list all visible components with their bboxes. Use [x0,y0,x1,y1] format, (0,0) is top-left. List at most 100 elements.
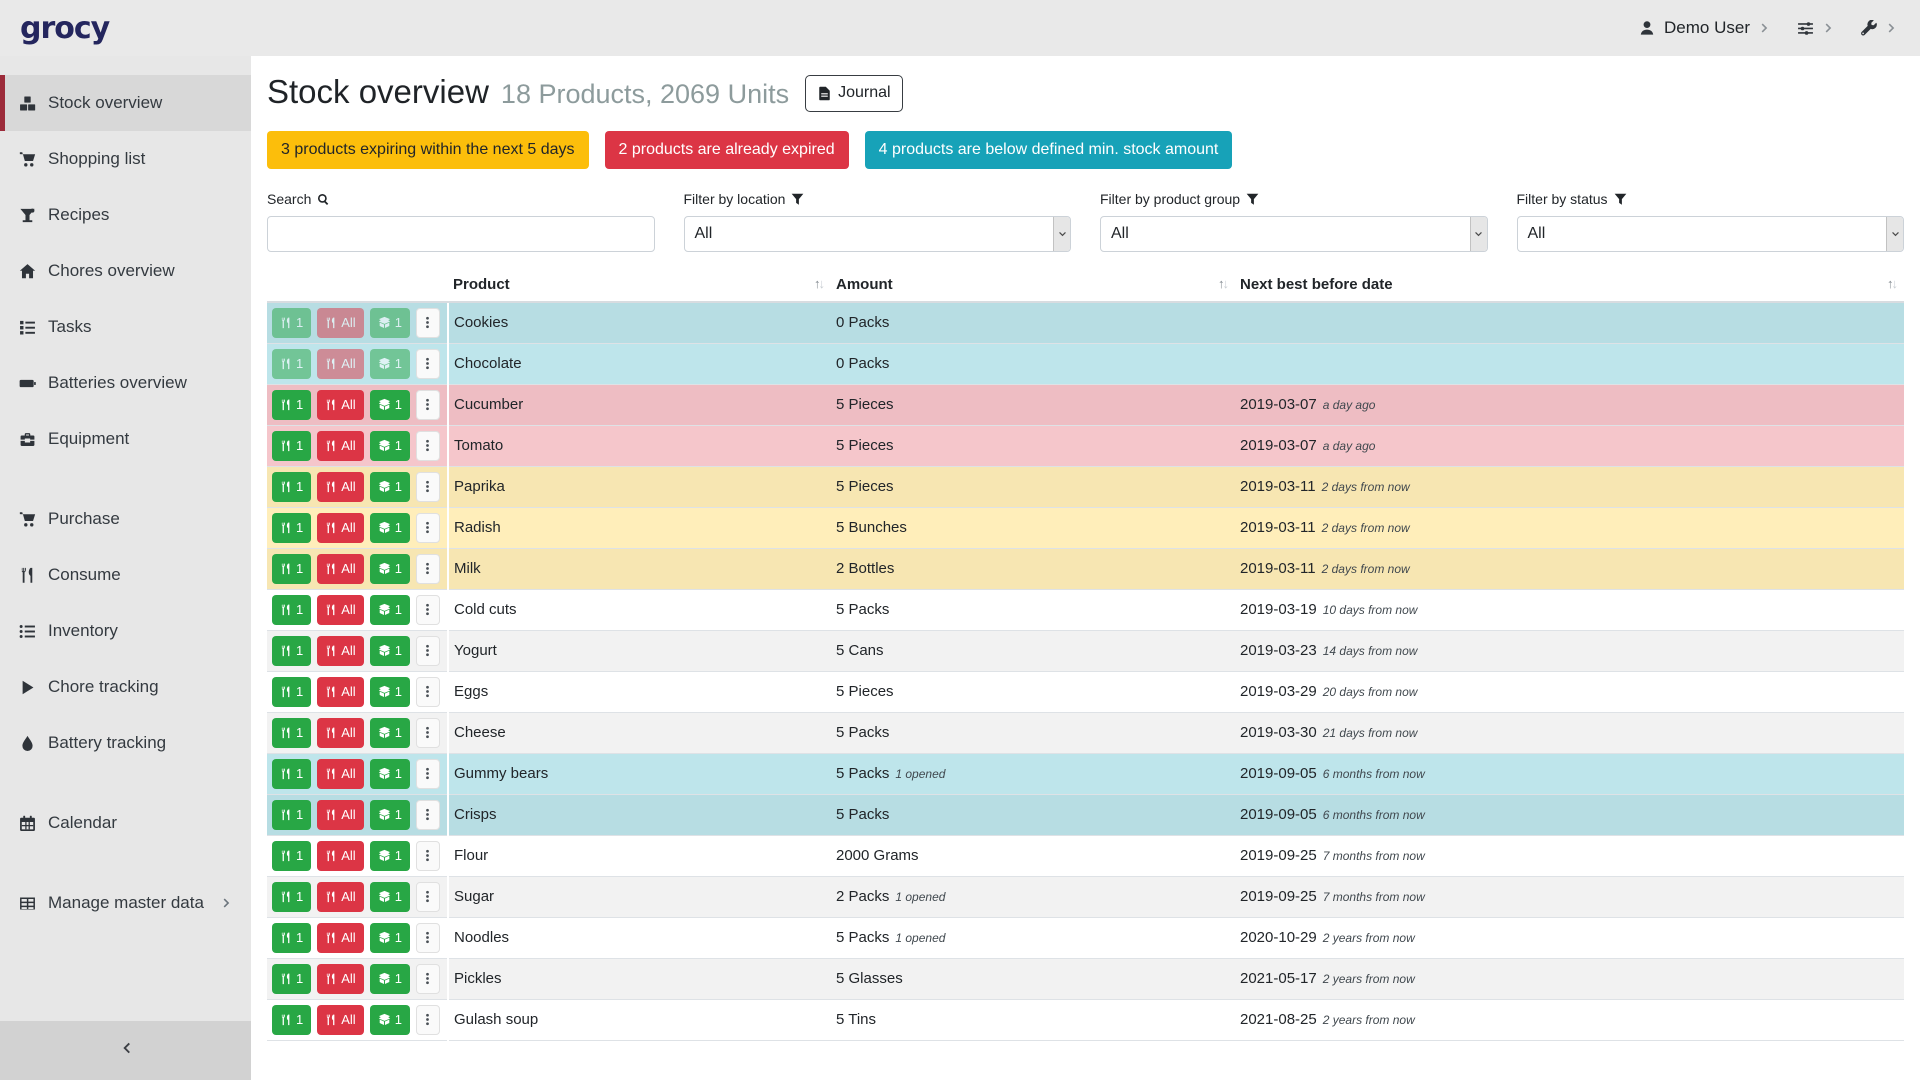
consume-all-button[interactable]: All [317,964,363,994]
open-one-button[interactable]: 1 [370,882,410,912]
row-menu-button[interactable] [416,513,440,543]
search-input[interactable] [267,216,655,252]
open-one-button[interactable]: 1 [370,308,410,338]
consume-one-button[interactable]: 1 [272,841,311,871]
row-menu-button[interactable] [416,677,440,707]
open-one-button[interactable]: 1 [370,1005,410,1035]
row-menu-button[interactable] [416,841,440,871]
sidebar-item-consume[interactable]: Consume [0,547,251,603]
sidebar-item-recipes[interactable]: Recipes [0,187,251,243]
consume-one-button[interactable]: 1 [272,595,311,625]
status-badge-danger[interactable]: 2 products are already expired [605,131,849,169]
row-menu-button[interactable] [416,390,440,420]
open-one-button[interactable]: 1 [370,513,410,543]
consume-all-button[interactable]: All [317,923,363,953]
admin-menu[interactable] [1861,20,1898,36]
consume-one-button[interactable]: 1 [272,472,311,502]
sidebar-item-calendar[interactable]: Calendar [0,795,251,851]
consume-all-button[interactable]: All [317,472,363,502]
consume-one-button[interactable]: 1 [272,1005,311,1035]
row-menu-button[interactable] [416,800,440,830]
consume-all-button[interactable]: All [317,800,363,830]
consume-all-button[interactable]: All [317,718,363,748]
consume-all-button[interactable]: All [317,759,363,789]
consume-one-button[interactable]: 1 [272,964,311,994]
row-menu-button[interactable] [416,595,440,625]
consume-all-button[interactable]: All [317,431,363,461]
status-badge-info[interactable]: 4 products are below defined min. stock … [865,131,1233,169]
row-menu-button[interactable] [416,636,440,666]
open-one-button[interactable]: 1 [370,964,410,994]
open-one-button[interactable]: 1 [370,472,410,502]
sidebar-item-batteries-overview[interactable]: Batteries overview [0,355,251,411]
consume-all-button[interactable]: All [317,349,363,379]
journal-button[interactable]: Journal [805,75,902,112]
open-one-button[interactable]: 1 [370,841,410,871]
sidebar-item-shopping-list[interactable]: Shopping list [0,131,251,187]
row-menu-button[interactable] [416,1005,440,1035]
row-menu-button[interactable] [416,718,440,748]
row-menu-button[interactable] [416,472,440,502]
row-menu-button[interactable] [416,554,440,584]
user-menu[interactable]: Demo User [1639,18,1771,38]
consume-one-button[interactable]: 1 [272,554,311,584]
consume-one-button[interactable]: 1 [272,759,311,789]
row-menu-button[interactable] [416,759,440,789]
sidebar-item-chores-overview[interactable]: Chores overview [0,243,251,299]
consume-one-button[interactable]: 1 [272,923,311,953]
consume-one-button[interactable]: 1 [272,677,311,707]
consume-one-button[interactable]: 1 [272,882,311,912]
status-filter-select[interactable]: All [1517,216,1905,252]
open-one-button[interactable]: 1 [370,718,410,748]
settings-menu[interactable] [1797,20,1835,37]
consume-one-button[interactable]: 1 [272,390,311,420]
sidebar-item-tasks[interactable]: Tasks [0,299,251,355]
consume-one-button[interactable]: 1 [272,800,311,830]
open-one-button[interactable]: 1 [370,349,410,379]
product-column-header[interactable]: Product ↑↓ [448,272,831,302]
row-menu-button[interactable] [416,349,440,379]
open-one-button[interactable]: 1 [370,390,410,420]
sidebar-item-battery-tracking[interactable]: Battery tracking [0,715,251,771]
open-one-button[interactable]: 1 [370,800,410,830]
open-one-button[interactable]: 1 [370,431,410,461]
sidebar-item-manage-master-data[interactable]: Manage master data [0,875,251,931]
location-filter-select[interactable]: All [684,216,1072,252]
consume-all-button[interactable]: All [317,595,363,625]
amount-column-header[interactable]: Amount ↑↓ [831,272,1235,302]
sidebar-collapse-button[interactable] [0,1021,251,1080]
consume-one-button[interactable]: 1 [272,636,311,666]
open-one-button[interactable]: 1 [370,636,410,666]
best-before-column-header[interactable]: Next best before date ↑↓ [1235,272,1904,302]
consume-all-button[interactable]: All [317,308,363,338]
row-menu-button[interactable] [416,308,440,338]
consume-one-button[interactable]: 1 [272,513,311,543]
sidebar-item-equipment[interactable]: Equipment [0,411,251,467]
consume-all-button[interactable]: All [317,554,363,584]
open-one-button[interactable]: 1 [370,595,410,625]
consume-all-button[interactable]: All [317,636,363,666]
consume-all-button[interactable]: All [317,882,363,912]
row-menu-button[interactable] [416,923,440,953]
open-one-button[interactable]: 1 [370,677,410,707]
row-menu-button[interactable] [416,964,440,994]
app-logo[interactable]: grocy [20,11,109,46]
consume-one-button[interactable]: 1 [272,718,311,748]
consume-all-button[interactable]: All [317,1005,363,1035]
consume-all-button[interactable]: All [317,513,363,543]
consume-one-button[interactable]: 1 [272,349,311,379]
row-menu-button[interactable] [416,431,440,461]
sidebar-item-stock-overview[interactable]: Stock overview [0,75,251,131]
status-badge-warning[interactable]: 3 products expiring within the next 5 da… [267,131,589,169]
sidebar-item-purchase[interactable]: Purchase [0,491,251,547]
sidebar-item-inventory[interactable]: Inventory [0,603,251,659]
product-group-filter-select[interactable]: All [1100,216,1488,252]
open-one-button[interactable]: 1 [370,554,410,584]
row-menu-button[interactable] [416,882,440,912]
consume-one-button[interactable]: 1 [272,308,311,338]
open-one-button[interactable]: 1 [370,923,410,953]
consume-all-button[interactable]: All [317,390,363,420]
consume-one-button[interactable]: 1 [272,431,311,461]
consume-all-button[interactable]: All [317,841,363,871]
open-one-button[interactable]: 1 [370,759,410,789]
